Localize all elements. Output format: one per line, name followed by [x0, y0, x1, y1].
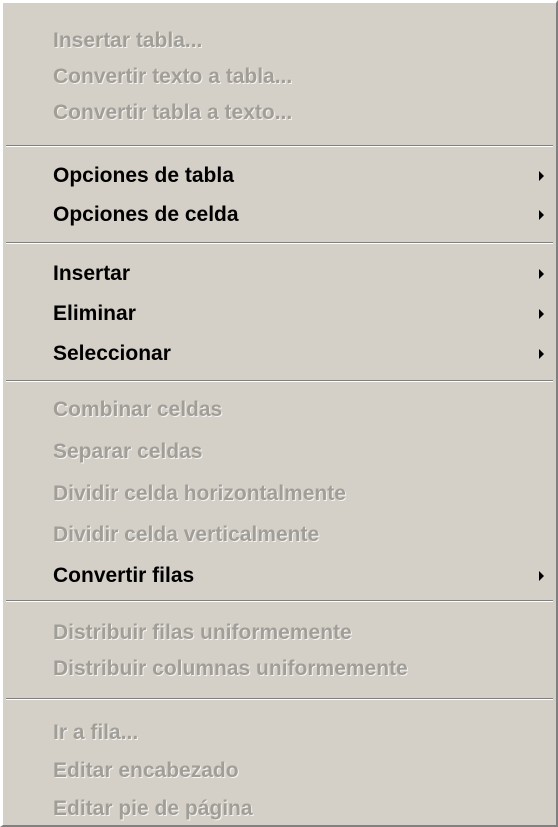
menu-item-insertar[interactable]: Insertar — [3, 256, 556, 292]
submenu-arrow-icon — [539, 269, 544, 279]
menu-item-label: Insertar tabla... — [53, 29, 203, 52]
menu-separator — [6, 600, 553, 602]
menu-item-dividir-celda-verticalmente[interactable]: Dividir celda verticalmente — [3, 517, 556, 553]
menu-item-label: Combinar celdas — [53, 398, 223, 421]
menu-item-label: Distribuir columnas uniformemente — [53, 657, 408, 680]
menu-item-ir-a-fila[interactable]: Ir a fila... — [3, 715, 556, 751]
menu-item-label: Opciones de tabla — [53, 164, 234, 187]
menu-item-label: Dividir celda horizontalmente — [53, 482, 346, 505]
menu-item-separar-celdas[interactable]: Separar celdas — [3, 434, 556, 470]
menu-item-distribuir-columnas-uniformemente[interactable]: Distribuir columnas uniformemente — [3, 651, 556, 687]
menu-item-opciones-de-tabla[interactable]: Opciones de tabla — [3, 158, 556, 194]
menu-item-label: Distribuir filas uniformemente — [53, 621, 352, 644]
menu-item-distribuir-filas-uniformemente[interactable]: Distribuir filas uniformemente — [3, 615, 556, 651]
submenu-arrow-icon — [539, 571, 544, 581]
menu-item-editar-encabezado[interactable]: Editar encabezado — [3, 753, 556, 789]
menu-item-opciones-de-celda[interactable]: Opciones de celda — [3, 197, 556, 233]
table-context-menu: Insertar tabla... Convertir texto a tabl… — [0, 0, 558, 827]
menu-item-label: Ir a fila... — [53, 721, 139, 744]
menu-item-label: Separar celdas — [53, 440, 203, 463]
menu-item-label: Seleccionar — [53, 342, 171, 365]
menu-item-convertir-tabla-a-texto[interactable]: Convertir tabla a texto... — [3, 95, 556, 131]
submenu-arrow-icon — [539, 309, 544, 319]
menu-separator — [6, 145, 553, 147]
submenu-arrow-icon — [539, 349, 544, 359]
menu-item-label: Eliminar — [53, 302, 136, 325]
menu-item-label: Convertir texto a tabla... — [53, 65, 293, 88]
menu-item-combinar-celdas[interactable]: Combinar celdas — [3, 392, 556, 428]
menu-item-label: Editar pie de página — [53, 797, 253, 820]
menu-item-editar-pie-de-pagina[interactable]: Editar pie de página — [3, 791, 556, 827]
menu-item-convertir-texto-a-tabla[interactable]: Convertir texto a tabla... — [3, 59, 556, 95]
menu-item-label: Dividir celda verticalmente — [53, 523, 320, 546]
submenu-arrow-icon — [539, 210, 544, 220]
menu-item-label: Convertir tabla a texto... — [53, 101, 293, 124]
menu-item-insertar-tabla[interactable]: Insertar tabla... — [3, 23, 556, 59]
menu-separator — [6, 242, 553, 244]
menu-item-label: Insertar — [53, 262, 131, 285]
menu-separator — [6, 380, 553, 382]
menu-item-label: Convertir filas — [53, 564, 195, 587]
menu-item-label: Editar encabezado — [53, 759, 239, 782]
menu-item-dividir-celda-horizontalmente[interactable]: Dividir celda horizontalmente — [3, 476, 556, 512]
menu-item-convertir-filas[interactable]: Convertir filas — [3, 558, 556, 594]
menu-item-eliminar[interactable]: Eliminar — [3, 296, 556, 332]
menu-separator — [6, 698, 553, 700]
menu-item-seleccionar[interactable]: Seleccionar — [3, 336, 556, 372]
submenu-arrow-icon — [539, 171, 544, 181]
menu-item-label: Opciones de celda — [53, 203, 239, 226]
